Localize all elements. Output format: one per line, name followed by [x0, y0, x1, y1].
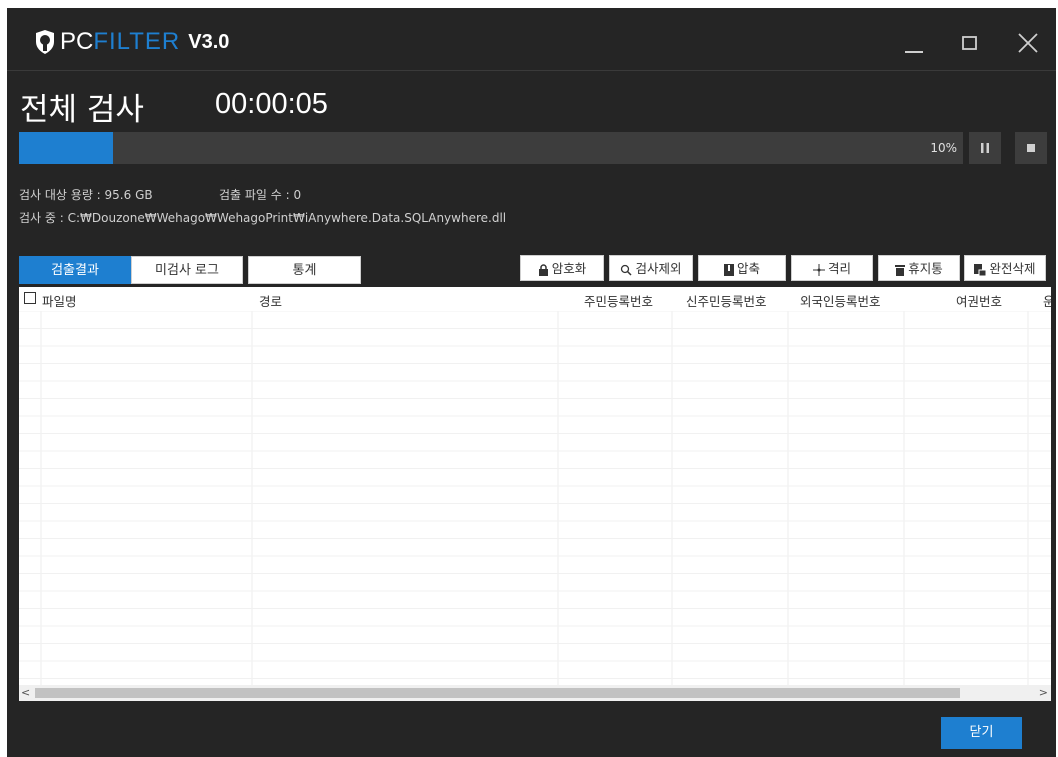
target-size-text: 검사 대상 용량 : 95.6 GB — [19, 188, 153, 202]
horizontal-scrollbar[interactable]: < > — [19, 685, 1051, 701]
trash-label: 휴지통 — [908, 261, 943, 276]
col-path[interactable]: 경로 — [259, 291, 282, 310]
detected-count-text: 검출 파일 수 : 0 — [219, 188, 302, 202]
table-grid — [19, 311, 1051, 685]
exclude-scan-label: 검사제외 — [635, 261, 682, 276]
minimize-icon[interactable] — [899, 28, 929, 58]
close-button[interactable]: 닫기 — [941, 717, 1022, 749]
col-filename[interactable]: 파일명 — [42, 291, 77, 310]
tab-statistics[interactable]: 통계 — [248, 256, 361, 284]
title-bar[interactable]: PC FILTER V3.0 — [7, 8, 1056, 70]
stop-button[interactable] — [1015, 132, 1047, 164]
col-new-resident-number[interactable]: 신주민등록번호 — [686, 291, 767, 310]
encrypt-label: 암호화 — [551, 261, 587, 276]
tab-unscanned-log[interactable]: 미검사 로그 — [131, 256, 243, 284]
compress-label: 압축 — [736, 261, 760, 276]
scroll-left-icon[interactable]: < — [21, 686, 30, 699]
pcfilter-shield-icon — [36, 30, 54, 54]
permanent-delete-button[interactable]: 완전삭제 — [964, 255, 1046, 281]
col-resident-number[interactable]: 주민등록번호 — [584, 291, 653, 310]
permanent-delete-label: 완전삭제 — [989, 261, 1036, 276]
stop-icon — [1027, 144, 1035, 152]
col-passport-number[interactable]: 여권번호 — [956, 291, 1002, 310]
scan-title: 전체 검사 — [20, 92, 144, 128]
scroll-right-icon[interactable]: > — [1039, 686, 1048, 699]
lock-icon — [538, 263, 548, 276]
trash-button[interactable]: 휴지통 — [878, 255, 960, 281]
app-logo: PC FILTER V3.0 — [34, 28, 229, 56]
magnifier-icon — [621, 264, 633, 276]
logo-pc-text: PC — [60, 28, 94, 55]
encrypt-button[interactable]: 암호화 — [520, 255, 604, 281]
scanning-path-text: 검사 중 : C:₩Douzone₩Wehago₩WehagoPrint₩iAn… — [19, 211, 507, 225]
compress-button[interactable]: 압축 — [698, 255, 786, 281]
select-all-checkbox[interactable] — [24, 292, 36, 304]
app-version: V3.0 — [188, 30, 230, 53]
logo-filter-text: FILTER — [93, 28, 181, 55]
col-next[interactable]: 운 — [1043, 291, 1051, 310]
table-header: 파일명 경로 주민등록번호 신주민등록번호 외국인등록번호 여권번호 운 — [19, 287, 1051, 311]
tab-detection-results[interactable]: 검출결과 — [19, 256, 131, 284]
zip-icon — [723, 263, 734, 276]
elapsed-time: 00:00:05 — [215, 88, 328, 120]
pause-icon — [981, 143, 989, 153]
maximize-icon[interactable] — [955, 28, 985, 58]
trash-icon — [895, 264, 906, 276]
results-table: 파일명 경로 주민등록번호 신주민등록번호 외국인등록번호 여권번호 운 — [19, 287, 1051, 685]
scan-progress-bar: 10% — [19, 132, 963, 164]
exclude-scan-button[interactable]: 검사제외 — [609, 255, 693, 281]
isolate-button[interactable]: 격리 — [791, 255, 873, 281]
col-foreigner-number[interactable]: 외국인등록번호 — [800, 291, 881, 310]
close-icon[interactable] — [1013, 28, 1043, 58]
move-icon — [812, 263, 825, 276]
app-window: PC FILTER V3.0 전체 검사 00:00:05 10% 검사 대상 용… — [7, 8, 1056, 757]
shred-icon — [974, 263, 987, 276]
scrollbar-thumb[interactable] — [35, 688, 960, 698]
progress-percent: 10% — [930, 141, 957, 155]
progress-fill — [19, 132, 114, 164]
pause-button[interactable] — [969, 132, 1001, 164]
title-divider — [7, 70, 1056, 71]
isolate-label: 격리 — [827, 261, 851, 276]
